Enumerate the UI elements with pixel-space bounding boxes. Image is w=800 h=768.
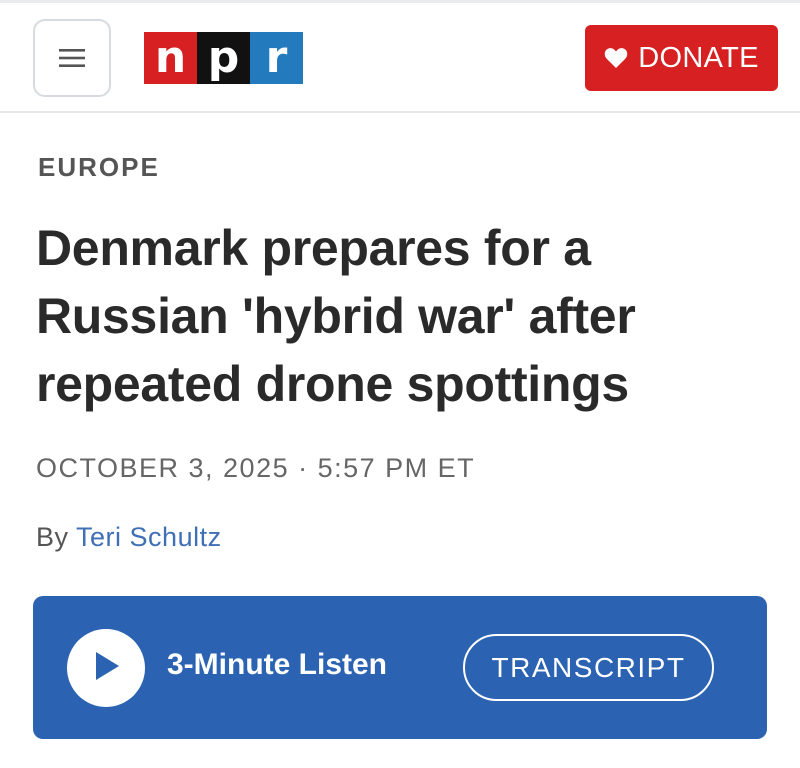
- article-byline: By Teri Schultz: [36, 522, 222, 553]
- donate-label: DONATE: [638, 41, 759, 74]
- author-link[interactable]: Teri Schultz: [76, 522, 222, 552]
- article-dateline: OCTOBER 3, 2025 · 5:57 PM ET: [36, 453, 476, 483]
- logo-letter-r: r: [250, 32, 303, 84]
- logo-letter-n: n: [144, 32, 197, 84]
- site-header: n p r DONATE: [0, 3, 800, 113]
- transcript-button[interactable]: TRANSCRIPT: [463, 634, 714, 701]
- donate-button[interactable]: DONATE: [585, 25, 778, 91]
- heart-icon: [604, 47, 628, 69]
- listen-duration-label[interactable]: 3-Minute Listen: [167, 648, 387, 682]
- hamburger-menu-icon: [59, 48, 85, 68]
- page: n p r DONATE EUROPE Denmark prepares for…: [0, 0, 800, 768]
- play-button[interactable]: [67, 629, 145, 707]
- npr-logo[interactable]: n p r: [144, 32, 303, 84]
- article-headline: Denmark prepares for a Russian 'hybrid w…: [36, 220, 636, 412]
- play-icon: [91, 650, 121, 687]
- logo-letter-p: p: [197, 32, 250, 84]
- byline-prefix: By: [36, 522, 69, 552]
- section-label[interactable]: EUROPE: [38, 152, 160, 183]
- menu-button[interactable]: [33, 19, 111, 97]
- audio-player: 3-Minute Listen TRANSCRIPT: [33, 596, 767, 739]
